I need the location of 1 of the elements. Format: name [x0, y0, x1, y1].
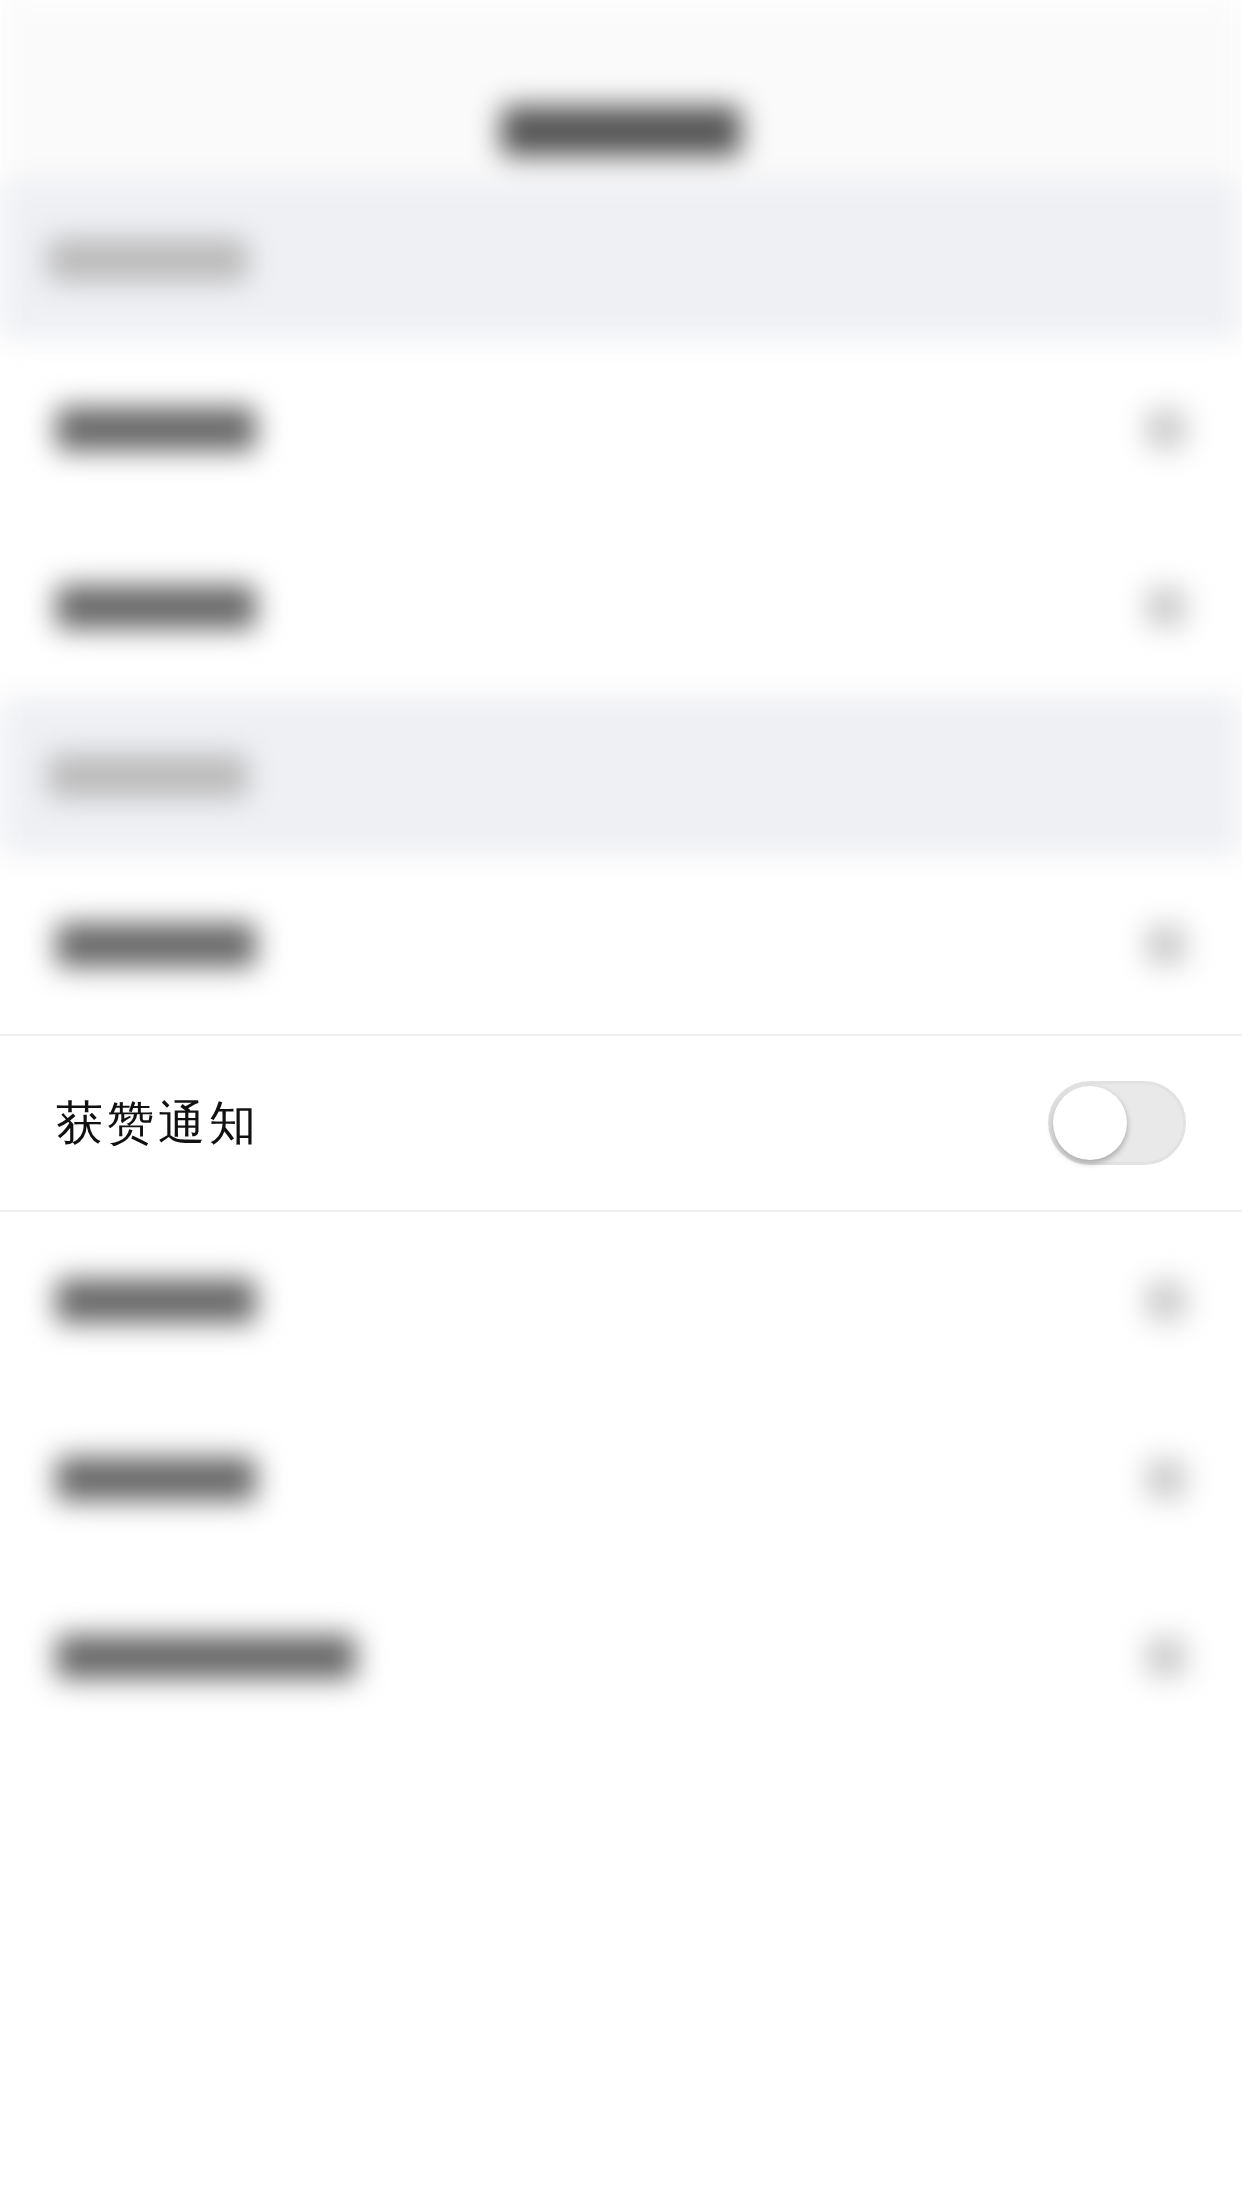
setting-label: 获赞通知: [56, 1093, 260, 1152]
